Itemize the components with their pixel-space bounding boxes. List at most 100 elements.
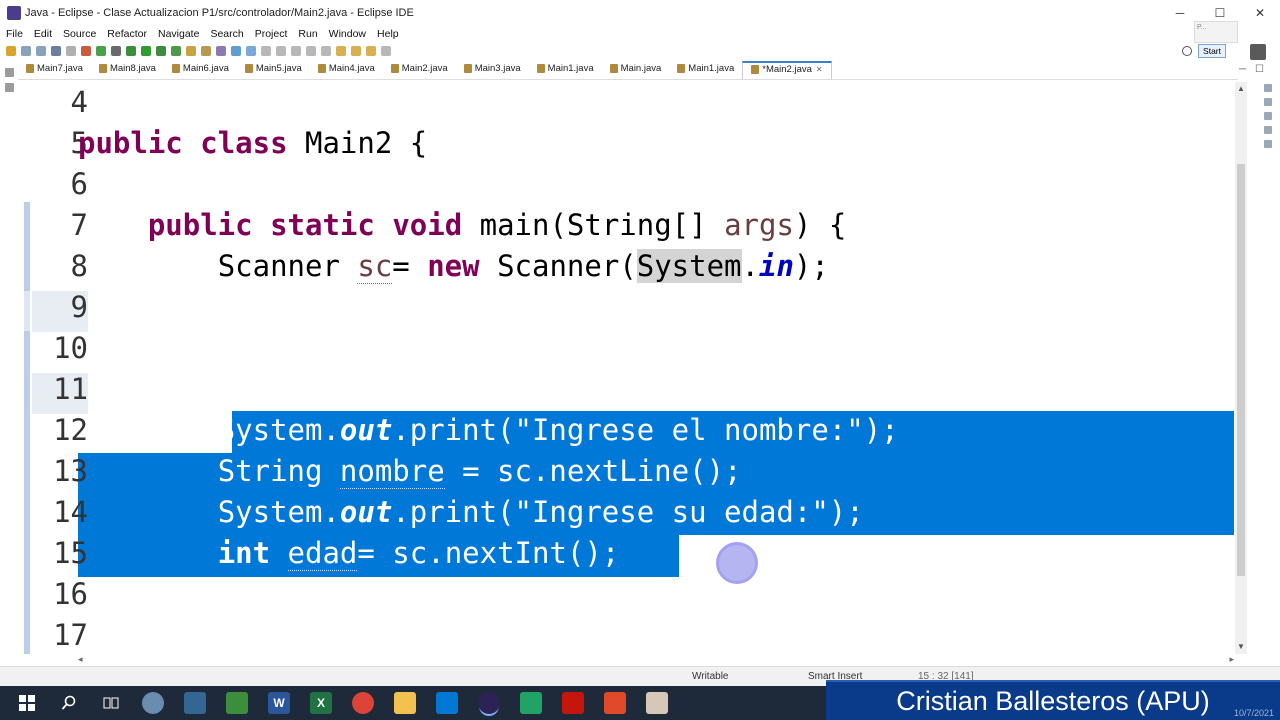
mark-occurrences-icon[interactable] <box>246 46 256 56</box>
tab-main2[interactable]: Main2.java <box>383 61 456 79</box>
tab-main4[interactable]: Main4.java <box>310 61 383 79</box>
declaration-icon[interactable] <box>1264 140 1272 148</box>
java-perspective-icon[interactable] <box>1250 44 1266 60</box>
menu-window[interactable]: Window <box>323 28 371 40</box>
external-tools-icon[interactable] <box>171 46 181 56</box>
menu-run[interactable]: Run <box>292 28 322 40</box>
menu-edit[interactable]: Edit <box>28 28 57 40</box>
coverage-icon[interactable] <box>156 46 166 56</box>
annotation-icon[interactable] <box>231 46 241 56</box>
new-project-icon[interactable] <box>96 46 106 56</box>
new-icon[interactable] <box>6 46 16 56</box>
next-annotation-icon[interactable] <box>306 46 316 56</box>
acrobat-icon[interactable] <box>562 692 584 714</box>
debug-toggle-icon[interactable] <box>81 46 91 56</box>
paint-icon[interactable] <box>646 692 668 714</box>
menu-search[interactable]: Search <box>204 28 248 40</box>
close-button[interactable]: ✕ <box>1240 0 1280 26</box>
tab-main6[interactable]: Main6.java <box>164 61 237 79</box>
menu-project[interactable]: Project <box>249 28 293 40</box>
menu-help[interactable]: Help <box>371 28 404 40</box>
search-icon[interactable] <box>1182 46 1193 56</box>
scrollbar-thumb[interactable] <box>1237 164 1245 576</box>
skip-breakpoints-icon[interactable] <box>66 46 76 56</box>
tab-label: Main3.java <box>474 63 521 74</box>
code-line-7: public static void main(String[] args) { <box>78 205 846 246</box>
pin-editor-icon[interactable] <box>381 46 391 56</box>
javadoc-icon[interactable] <box>1264 126 1272 134</box>
scroll-down-icon[interactable]: ▼ <box>1237 642 1245 651</box>
word-wrap-icon[interactable] <box>261 46 271 56</box>
tab-label: Main1.java <box>688 63 735 74</box>
tab-main3[interactable]: Main3.java <box>456 61 529 79</box>
debug-icon[interactable] <box>126 46 136 56</box>
start-button[interactable]: Start <box>1198 44 1226 58</box>
code-editor[interactable]: 4 5 6 7 8 9 10 11 12 13 14 15 16 17 publ… <box>18 82 1234 654</box>
menu-refactor[interactable]: Refactor <box>101 28 152 40</box>
chrome-icon[interactable] <box>352 692 374 714</box>
word-icon[interactable]: W <box>268 692 290 714</box>
block-select-icon[interactable] <box>276 46 286 56</box>
outline-icon[interactable] <box>1264 84 1272 92</box>
code-line-14: System.out.print("Ingrese su edad:"); <box>78 492 864 533</box>
java-file-icon <box>536 64 545 73</box>
code-line-8: Scanner sc= new Scanner(System.in); <box>78 246 829 287</box>
excel-icon[interactable]: X <box>310 692 332 714</box>
run-icon[interactable] <box>141 46 151 56</box>
save-all-icon[interactable] <box>36 46 46 56</box>
build-icon[interactable] <box>111 46 121 56</box>
java-file-icon <box>463 64 472 73</box>
tab-main1[interactable]: Main1.java <box>529 61 602 79</box>
tab-main2-active[interactable]: *Main2.java ✕ <box>742 61 832 79</box>
prev-annotation-icon[interactable] <box>321 46 331 56</box>
tab-label: Main.java <box>620 63 662 74</box>
menu-file[interactable]: File <box>0 28 28 40</box>
vertical-scrollbar[interactable]: ▲ ▼ <box>1235 82 1247 654</box>
back-icon[interactable] <box>351 46 361 56</box>
last-edit-icon[interactable] <box>336 46 346 56</box>
open-type-icon[interactable] <box>186 46 196 56</box>
line-number: 6 <box>70 167 88 201</box>
task-list-icon[interactable] <box>1264 98 1272 106</box>
green-app-icon[interactable] <box>520 692 542 714</box>
tab-main[interactable]: Main.java <box>602 61 670 79</box>
tab-label: Main5.java <box>255 63 302 74</box>
print-icon[interactable] <box>51 46 61 56</box>
save-icon[interactable] <box>21 46 31 56</box>
whitespace-icon[interactable] <box>291 46 301 56</box>
pgadmin-icon[interactable] <box>184 692 206 714</box>
eclipse-icon[interactable] <box>478 692 500 714</box>
menu-source[interactable]: Source <box>57 28 101 40</box>
package-explorer-icon[interactable] <box>5 83 14 92</box>
search-tool-icon[interactable] <box>216 46 226 56</box>
search-icon[interactable] <box>58 692 80 714</box>
vscode-icon[interactable] <box>436 692 458 714</box>
menu-navigate[interactable]: Navigate <box>152 28 204 40</box>
horizontal-scrollbar[interactable]: ◂ ▸ <box>78 654 1234 666</box>
explorer-icon[interactable] <box>394 692 416 714</box>
code-text: .print("Ingrese su edad:"); <box>392 495 864 529</box>
minimize-editor-button[interactable]: ─ <box>1239 64 1246 75</box>
close-tab-icon[interactable]: ✕ <box>816 65 823 74</box>
open-task-icon[interactable] <box>201 46 211 56</box>
restore-view-icon[interactable] <box>5 68 14 77</box>
tab-main7[interactable]: Main7.java <box>18 61 91 79</box>
scroll-left-icon[interactable]: ◂ <box>78 654 83 665</box>
line-number: 4 <box>70 85 88 119</box>
task-view-icon[interactable] <box>100 692 122 714</box>
red-app-icon[interactable] <box>604 692 626 714</box>
windows-icon[interactable] <box>16 692 38 714</box>
tab-main1-b[interactable]: Main1.java <box>669 61 742 79</box>
code-line-5: public class Main2 { <box>78 123 427 164</box>
perspective-box[interactable]: P... <box>1194 21 1238 43</box>
tab-label: *Main2.java <box>762 64 812 75</box>
scroll-up-icon[interactable]: ▲ <box>1237 84 1245 93</box>
forward-icon[interactable] <box>366 46 376 56</box>
tab-main5[interactable]: Main5.java <box>237 61 310 79</box>
maximize-editor-button[interactable]: ☐ <box>1255 64 1264 75</box>
problems-icon[interactable] <box>1264 112 1272 120</box>
scroll-right-icon[interactable]: ▸ <box>1229 654 1234 665</box>
notepad-icon[interactable] <box>226 692 248 714</box>
tab-main8[interactable]: Main8.java <box>91 61 164 79</box>
app-icon[interactable] <box>142 692 164 714</box>
